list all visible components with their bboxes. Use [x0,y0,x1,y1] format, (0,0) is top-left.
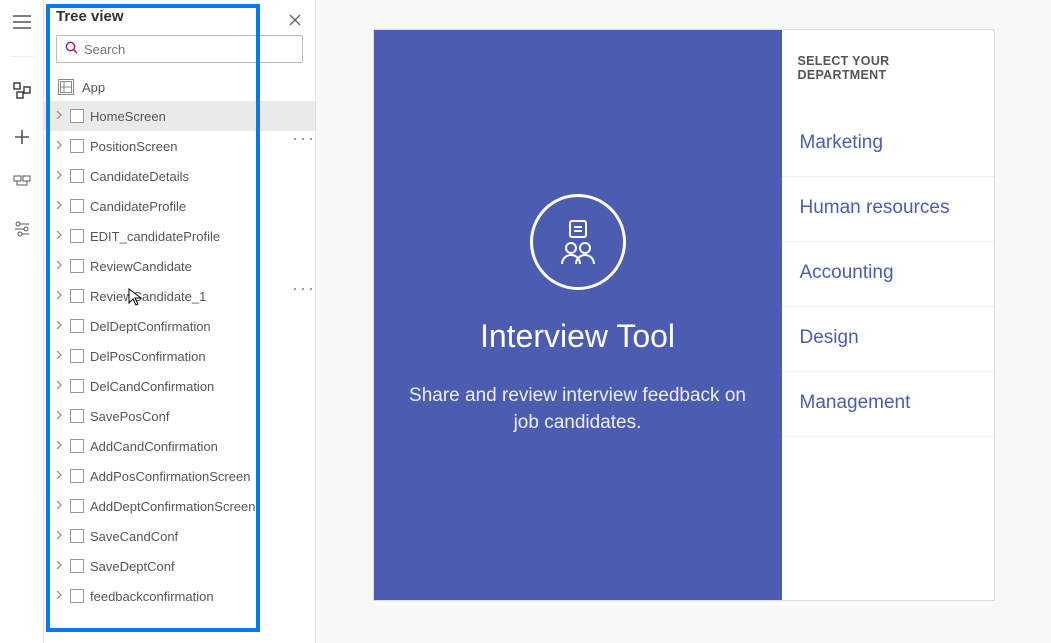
tree-item-label: AddDeptConfirmationScreen [90,499,307,514]
tree-item[interactable]: DelPosConfirmation [44,341,315,371]
dept-item[interactable]: Design [782,307,994,372]
tree-item-label: CandidateProfile [90,199,307,214]
screen-icon [70,259,84,273]
tree-body: App HomeScreen PositionScreen CandidateDet… [44,73,315,643]
tree-item-label: AddPosConfirmationScreen [90,469,307,484]
screen-icon [70,289,84,303]
app-node[interactable]: App [44,73,315,101]
tree-item-label: DelDeptConfirmation [90,319,307,334]
tree-item-label: ReviewCandidate [90,259,307,274]
chevron-right-icon [54,531,64,542]
dept-item[interactable]: Management [782,372,994,437]
app-icon [58,79,74,95]
screen-icon [70,349,84,363]
tree-item-label: PositionScreen [90,139,307,154]
tree-item-label: SaveDeptConf [90,559,307,574]
search-icon [65,41,78,57]
tree-item-label: CandidateDetails [90,169,307,184]
screen-icon [70,109,84,123]
screen-icon [70,139,84,153]
tree-item[interactable]: AddDeptConfirmationScreen [44,491,315,521]
screen-icon [70,229,84,243]
chevron-right-icon [54,231,64,242]
tree-item[interactable]: EDIT_candidateProfile [44,221,315,251]
screen-icon [70,409,84,423]
chevron-right-icon [54,411,64,422]
tree-item[interactable]: ReviewCandidate_1 [44,281,315,311]
screen-icon [70,589,84,603]
app-logo-icon [530,194,626,290]
dept-header: SELECT YOUR DEPARTMENT [782,30,994,112]
settings-icon[interactable] [8,215,36,243]
chevron-right-icon [54,321,64,332]
left-nav-rail [0,0,44,643]
tree-item-label: DelCandConfirmation [90,379,307,394]
chevron-right-icon [54,381,64,392]
tree-item-label: DelPosConfirmation [90,349,307,364]
chevron-right-icon [54,471,64,482]
screen-icon [70,379,84,393]
preview-title: Interview Tool [480,318,675,355]
panel-title: Tree view [44,0,315,29]
chevron-right-icon [54,171,64,182]
app-node-label: App [82,80,105,95]
screen-icon [70,169,84,183]
hamburger-icon[interactable] [8,8,36,36]
tree-view-icon[interactable] [8,77,36,105]
tree-item[interactable]: SaveDeptConf [44,551,315,581]
preview-splash: Interview Tool Share and review intervie… [374,30,782,600]
preview-subtitle: Share and review interview feedback on j… [404,383,752,436]
dept-item[interactable]: Marketing [782,112,994,177]
chevron-right-icon [54,291,64,302]
tree-item[interactable]: CandidateDetails [44,161,315,191]
search-input-wrap[interactable] [56,35,303,63]
tree-item[interactable]: DelDeptConfirmation [44,311,315,341]
tree-view-panel: Tree view App HomeScreen PositionScreen Ca… [44,0,316,643]
tree-item-label: HomeScreen [90,109,307,124]
chevron-right-icon [54,141,64,152]
screen-icon [70,319,84,333]
data-icon[interactable] [8,169,36,197]
screen-icon [70,499,84,513]
tree-item[interactable]: AddCandConfirmation [44,431,315,461]
preview-dept-list: SELECT YOUR DEPARTMENT MarketingHuman re… [782,30,994,600]
screen-icon [70,469,84,483]
chevron-right-icon [54,591,64,602]
tree-item-label: feedbackconfirmation [90,589,307,604]
tree-item[interactable]: feedbackconfirmation [44,581,315,611]
chevron-right-icon [54,501,64,512]
canvas-area: Interview Tool Share and review intervie… [316,0,1051,643]
tree-item[interactable]: CandidateProfile [44,191,315,221]
screen-icon [70,439,84,453]
screen-icon [70,199,84,213]
tree-item-label: ReviewCandidate_1 [90,289,307,304]
chevron-right-icon [54,351,64,362]
tree-item-label: AddCandConfirmation [90,439,307,454]
screen-icon [70,529,84,543]
tree-item[interactable]: PositionScreen [44,131,315,161]
app-preview: Interview Tool Share and review intervie… [374,30,994,600]
close-icon[interactable] [283,8,307,32]
dept-item[interactable]: Accounting [782,242,994,307]
tree-item[interactable]: SavePosConf [44,401,315,431]
chevron-right-icon [54,441,64,452]
chevron-right-icon [54,201,64,212]
dept-item[interactable]: Human resources [782,177,994,242]
tree-item[interactable]: AddPosConfirmationScreen [44,461,315,491]
tree-item[interactable]: HomeScreen [44,101,315,131]
tree-item-label: SaveCandConf [90,529,307,544]
tree-item[interactable]: DelCandConfirmation [44,371,315,401]
screen-icon [70,559,84,573]
insert-icon[interactable] [8,123,36,151]
tree-item-label: EDIT_candidateProfile [90,229,307,244]
tree-item[interactable]: ReviewCandidate [44,251,315,281]
tree-item[interactable]: SaveCandConf [44,521,315,551]
search-input[interactable] [84,42,294,57]
tree-item-label: SavePosConf [90,409,307,424]
chevron-right-icon [54,111,64,122]
chevron-right-icon [54,561,64,572]
chevron-right-icon [54,261,64,272]
